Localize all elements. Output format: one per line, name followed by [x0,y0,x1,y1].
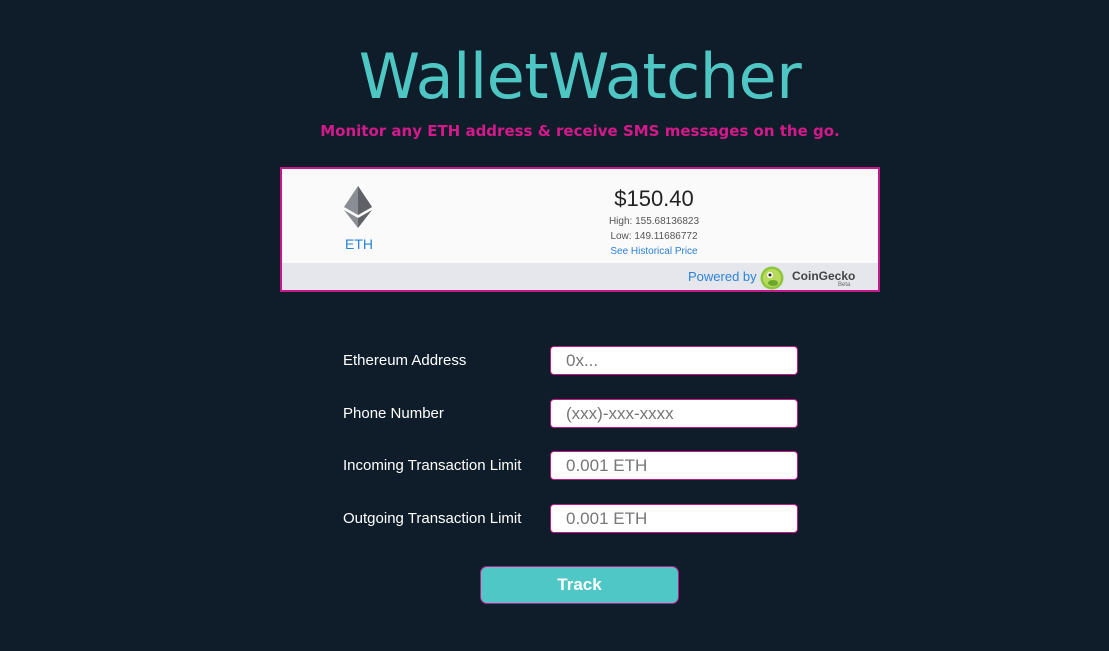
price-widget: ETH $150.40 High: 155.68136823 Low: 149.… [280,167,880,292]
ethereum-icon [344,186,372,228]
ethereum-address-row: Ethereum Address [343,346,803,378]
outgoing-limit-row: Outgoing Transaction Limit [343,504,803,536]
outgoing-limit-label: Outgoing Transaction Limit [343,510,522,527]
track-button[interactable]: Track [480,566,679,604]
incoming-limit-label: Incoming Transaction Limit [343,457,522,474]
current-price: $150.40 [614,186,694,211]
phone-number-label: Phone Number [343,405,444,422]
ethereum-address-input[interactable] [550,346,798,375]
incoming-limit-input[interactable] [550,451,798,480]
ethereum-address-label: Ethereum Address [343,352,467,369]
historical-price-link[interactable]: See Historical Price [554,246,754,257]
phone-number-input[interactable] [550,399,798,428]
incoming-limit-row: Incoming Transaction Limit [343,451,803,483]
coin-symbol: ETH [345,236,373,252]
price-widget-footer: Powered by CoinGecko Beta [282,263,878,290]
coingecko-icon[interactable] [760,266,784,290]
app-subtitle: Monitor any ETH address & receive SMS me… [320,122,840,140]
page: WalletWatcher Monitor any ETH address & … [0,0,1109,651]
powered-by-label[interactable]: Powered by [688,269,757,284]
price-high: High: 155.68136823 [608,216,700,227]
price-low: Low: 149.11686772 [610,231,698,242]
provider-name[interactable]: CoinGecko [792,269,855,283]
price-widget-body: ETH $150.40 High: 155.68136823 Low: 149.… [282,169,878,263]
app-title: WalletWatcher [358,40,802,113]
provider-beta-tag: Beta [838,282,851,288]
outgoing-limit-input[interactable] [550,504,798,533]
phone-number-row: Phone Number [343,399,803,431]
